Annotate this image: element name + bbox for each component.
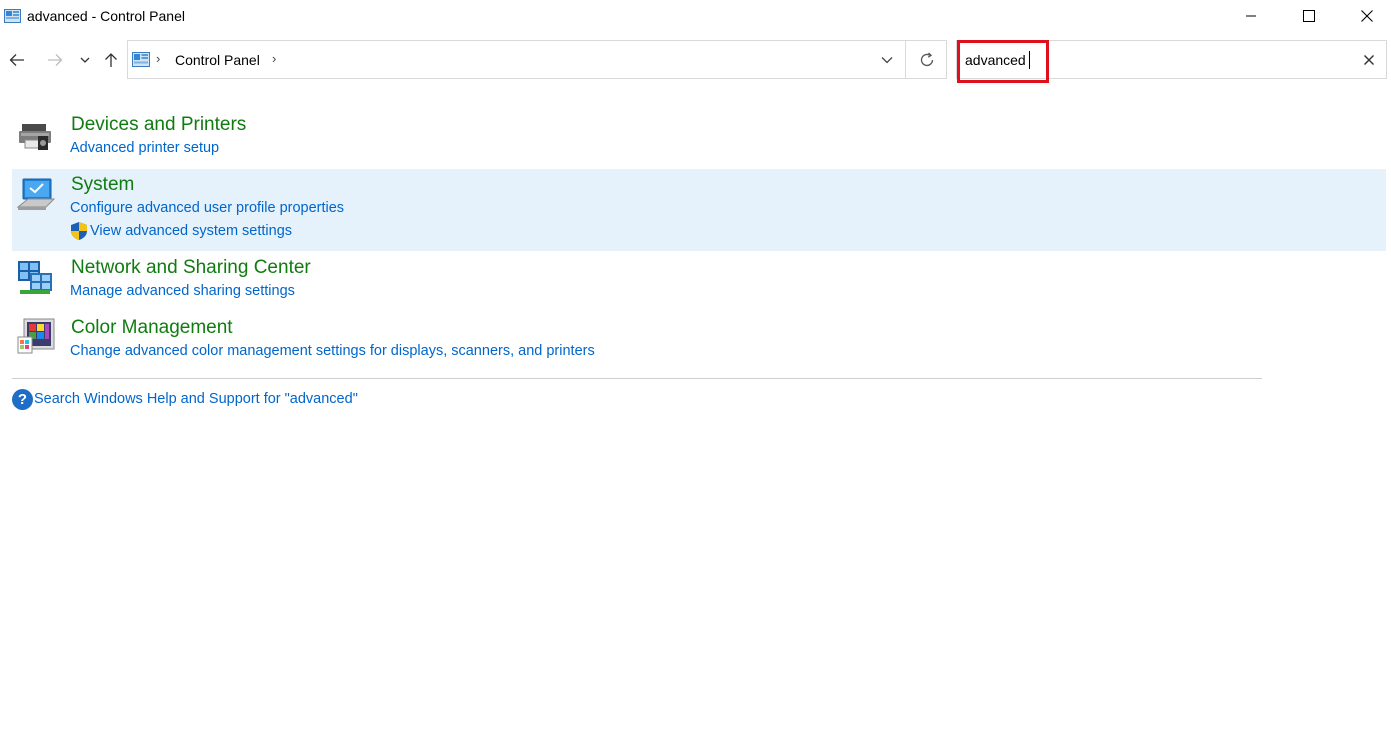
close-button[interactable] bbox=[1338, 0, 1391, 32]
breadcrumb-separator-icon[interactable]: › bbox=[272, 51, 276, 66]
chevron-down-icon bbox=[80, 57, 90, 63]
breadcrumb-control-panel[interactable]: Control Panel bbox=[175, 52, 260, 68]
system-icon bbox=[16, 177, 56, 217]
result-title[interactable]: Devices and Printers bbox=[71, 114, 246, 136]
uac-shield-icon bbox=[69, 221, 89, 241]
address-bar[interactable]: › Control Panel › bbox=[127, 40, 947, 79]
result-system: System Configure advanced user profile p… bbox=[12, 169, 1386, 251]
help-search-link[interactable]: Search Windows Help and Support for "adv… bbox=[34, 391, 358, 407]
refresh-icon bbox=[920, 52, 933, 66]
refresh-button[interactable] bbox=[906, 41, 947, 78]
results-divider bbox=[12, 378, 1262, 379]
minimize-button[interactable] bbox=[1222, 0, 1280, 32]
clear-search-button[interactable] bbox=[1357, 49, 1381, 71]
maximize-icon bbox=[1303, 10, 1315, 22]
help-question-icon: ? bbox=[12, 389, 33, 410]
result-title[interactable]: Network and Sharing Center bbox=[71, 257, 311, 279]
minimize-icon bbox=[1246, 15, 1256, 17]
result-link[interactable]: Manage advanced sharing settings bbox=[70, 283, 295, 299]
arrow-up-icon bbox=[105, 53, 117, 67]
result-link[interactable]: View advanced system settings bbox=[90, 223, 292, 239]
arrow-right-icon bbox=[48, 54, 63, 66]
breadcrumb-separator-icon[interactable]: › bbox=[156, 51, 160, 66]
window-title: advanced - Control Panel bbox=[27, 8, 185, 24]
result-devices-and-printers: Devices and Printers Advanced printer se… bbox=[12, 110, 1386, 162]
maximize-button[interactable] bbox=[1280, 0, 1338, 32]
control-panel-icon bbox=[132, 52, 150, 67]
result-link[interactable]: Advanced printer setup bbox=[70, 140, 219, 156]
result-link[interactable]: Change advanced color management setting… bbox=[70, 343, 595, 359]
result-title[interactable]: Color Management bbox=[71, 317, 233, 339]
devices-printers-icon bbox=[16, 118, 56, 158]
result-link[interactable]: Configure advanced user profile properti… bbox=[70, 200, 344, 216]
up-button[interactable] bbox=[98, 46, 124, 74]
close-icon bbox=[1361, 10, 1373, 22]
address-dropdown-button[interactable] bbox=[870, 41, 904, 78]
back-button[interactable] bbox=[4, 46, 30, 74]
text-caret bbox=[1029, 51, 1030, 69]
search-box[interactable] bbox=[956, 40, 1387, 79]
recent-locations-button[interactable] bbox=[74, 46, 96, 74]
close-icon bbox=[1364, 55, 1374, 65]
search-input[interactable] bbox=[965, 50, 1345, 70]
result-network-and-sharing-center: Network and Sharing Center Manage advanc… bbox=[12, 253, 1386, 305]
chevron-down-icon bbox=[881, 56, 893, 63]
result-color-management: Color Management Change advanced color m… bbox=[12, 313, 1386, 365]
color-management-icon bbox=[16, 317, 56, 357]
result-title[interactable]: System bbox=[71, 174, 134, 196]
network-icon bbox=[16, 259, 56, 299]
arrow-left-icon bbox=[9, 54, 24, 66]
control-panel-icon bbox=[4, 9, 21, 23]
forward-button[interactable] bbox=[42, 46, 68, 74]
title-bar: advanced - Control Panel bbox=[0, 0, 1391, 34]
